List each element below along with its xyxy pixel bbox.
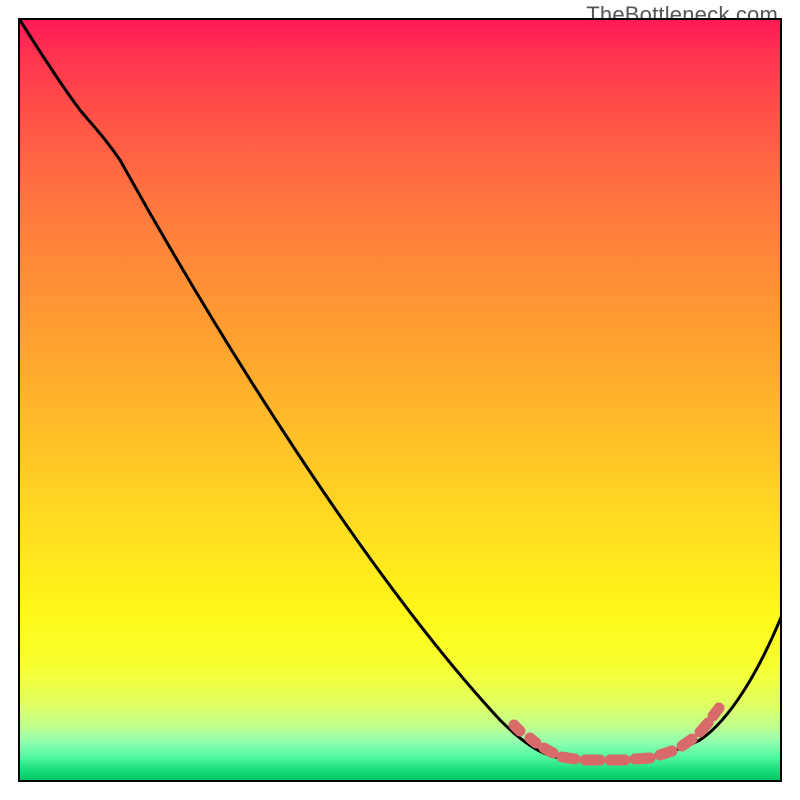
recommended-range-markers: [514, 708, 719, 760]
bottleneck-curve: [20, 20, 782, 761]
curve-svg: [20, 20, 782, 782]
chart-container: TheBottleneck.com: [0, 0, 800, 800]
plot-area: [18, 18, 782, 782]
